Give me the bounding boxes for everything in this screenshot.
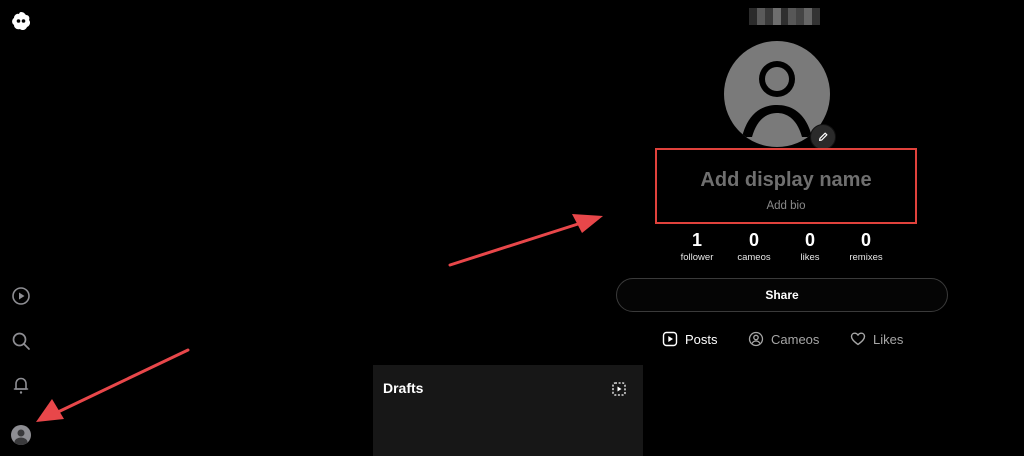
- stat-label: remixes: [849, 252, 883, 263]
- arrow-to-profile-avatar: [36, 348, 190, 422]
- heart-icon: [850, 332, 866, 346]
- tab-likes[interactable]: Likes: [850, 329, 903, 349]
- username-redacted: [749, 8, 821, 25]
- profile-avatar[interactable]: [722, 40, 840, 150]
- arrow-to-name-box: [448, 214, 603, 267]
- bell-icon[interactable]: [11, 375, 31, 395]
- profile-name-bio-highlight: Add display name Add bio: [655, 148, 917, 224]
- tab-label: Cameos: [771, 331, 820, 347]
- stat-remixes[interactable]: 0 remixes: [836, 230, 896, 263]
- profile-page: Add display name Add bio 1 follower 0 ca…: [0, 0, 1024, 456]
- profile-avatar-icon[interactable]: [11, 425, 31, 445]
- play-square-icon: [662, 331, 678, 347]
- edit-avatar-pencil-icon[interactable]: [810, 124, 836, 150]
- stat-label: follower: [680, 252, 714, 263]
- drafts-title: Drafts: [383, 380, 424, 396]
- drafts-play-icon: [611, 381, 627, 397]
- tab-cameos[interactable]: Cameos: [748, 329, 819, 349]
- share-button[interactable]: Share: [616, 278, 948, 312]
- stat-cameos[interactable]: 0 cameos: [724, 230, 784, 263]
- stat-value: 0: [804, 230, 815, 250]
- stat-value: 0: [860, 230, 871, 250]
- tab-label: Posts: [685, 331, 718, 347]
- person-circle-icon: [748, 331, 764, 347]
- home-feed-icon[interactable]: [11, 286, 31, 306]
- stat-likes[interactable]: 0 likes: [780, 230, 840, 263]
- stat-followers[interactable]: 1 follower: [667, 230, 727, 263]
- tab-label: Likes: [873, 331, 904, 347]
- search-icon[interactable]: [11, 331, 31, 351]
- stat-label: likes: [800, 252, 820, 263]
- stat-label: cameos: [737, 252, 771, 263]
- display-name-placeholder[interactable]: Add display name: [657, 169, 915, 192]
- stat-value: 0: [748, 230, 759, 250]
- drafts-card[interactable]: Drafts: [373, 365, 643, 456]
- stat-value: 1: [691, 230, 702, 250]
- app-logo-icon[interactable]: [10, 10, 32, 32]
- tab-posts[interactable]: Posts: [662, 329, 718, 349]
- bio-placeholder[interactable]: Add bio: [657, 200, 915, 212]
